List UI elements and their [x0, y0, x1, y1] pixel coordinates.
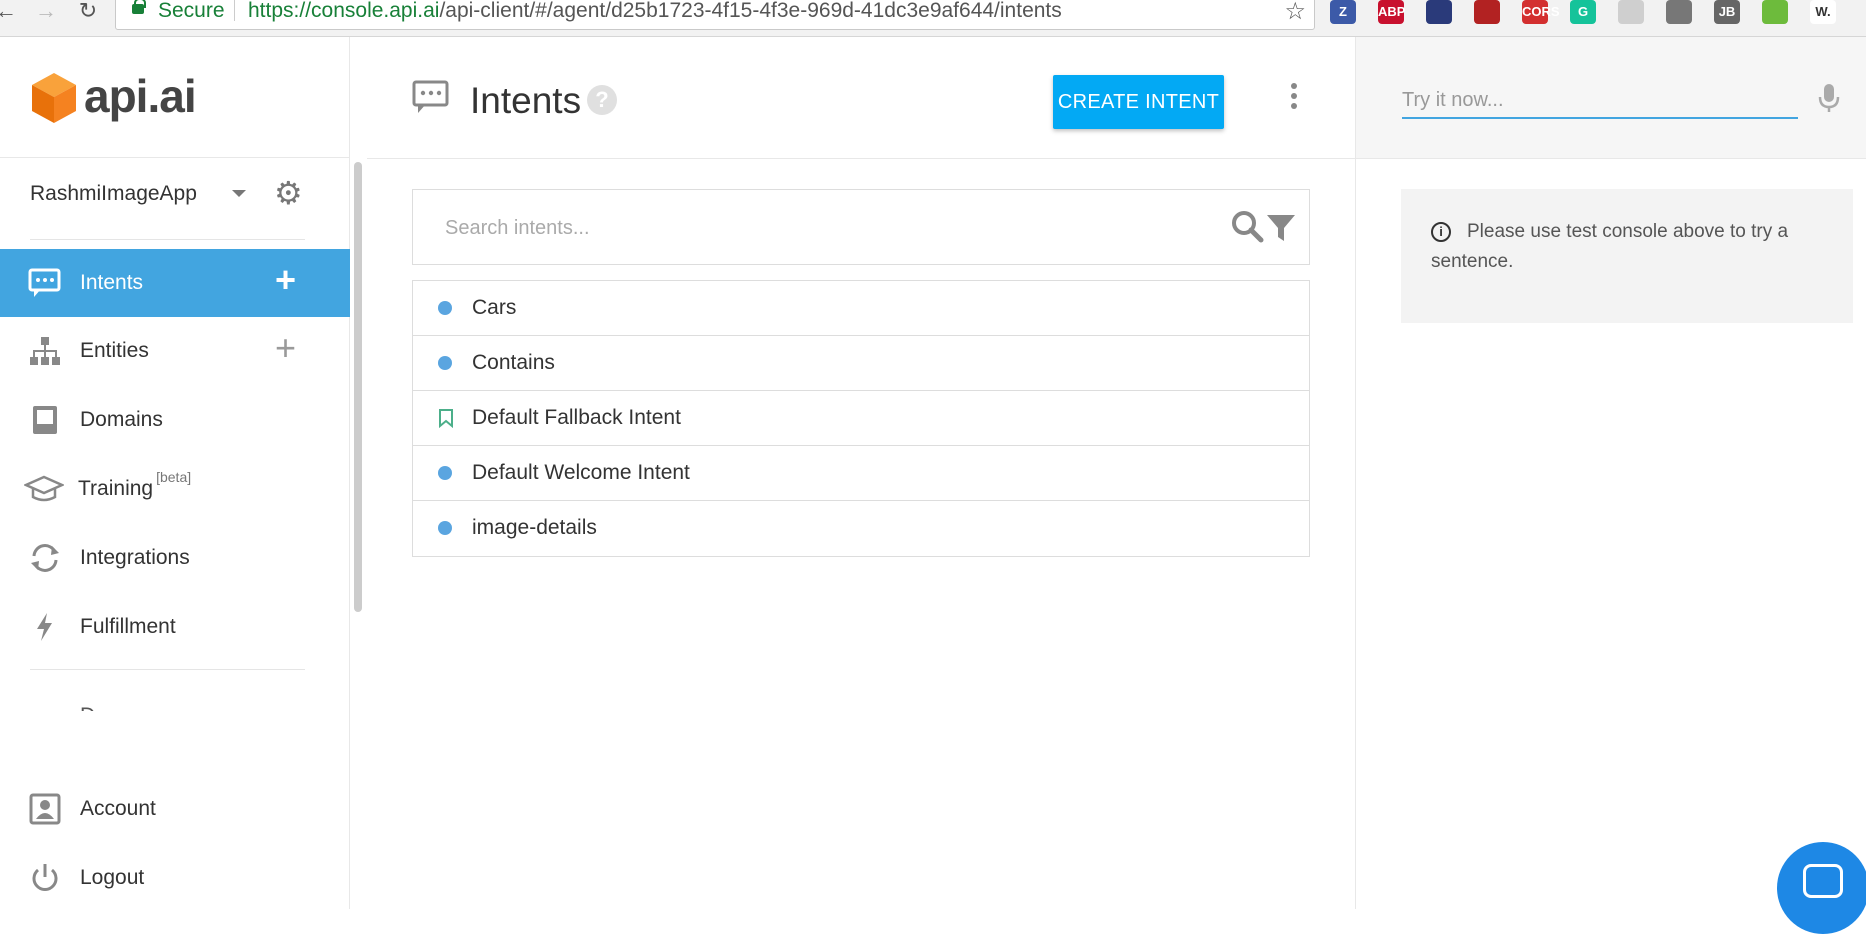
sidebar-item-logout[interactable]: Logout: [0, 844, 350, 912]
integrations-sync-icon: [31, 544, 59, 572]
support-chat-button[interactable]: [1777, 842, 1866, 934]
sidebar-item-label: Domains: [80, 408, 163, 431]
address-bar[interactable]: Secure https://console.api.ai/api-client…: [115, 0, 1315, 30]
intent-status-dot-icon: [438, 301, 452, 315]
create-intent-button[interactable]: CREATE INTENT: [1053, 75, 1224, 129]
logo-text: api.ai: [84, 70, 197, 122]
sidebar-item-fulfillment[interactable]: Fulfillment: [0, 593, 350, 661]
logo-divider: [0, 157, 350, 158]
test-console-header: [1356, 37, 1866, 159]
intent-name[interactable]: Contains: [472, 351, 555, 375]
search-intents-box: [412, 189, 1310, 265]
sidebar-item-label: Fulfillment: [80, 615, 176, 638]
search-icon[interactable]: [1231, 210, 1265, 244]
fallback-bookmark-icon: [439, 409, 453, 428]
fulfillment-bolt-icon: [37, 613, 52, 641]
domains-book-icon: [33, 406, 57, 434]
beta-badge: [beta]: [156, 469, 192, 485]
add-entity-plus-icon[interactable]: +: [275, 330, 296, 366]
menu-divider: [30, 669, 305, 670]
intent-name[interactable]: Cars: [472, 296, 516, 320]
sidebar-item-intents[interactable]: Intents +: [0, 249, 350, 317]
grammarly-extension-icon[interactable]: G: [1570, 0, 1596, 24]
try-it-now-input[interactable]: [1402, 83, 1798, 119]
w-extension-icon[interactable]: W.: [1810, 0, 1836, 24]
night-extension-icon[interactable]: [1426, 0, 1452, 24]
sidebar-item-label: Integrations: [80, 546, 190, 569]
cors-extension-icon[interactable]: CORS: [1522, 0, 1560, 24]
intent-status-dot-icon: [438, 521, 452, 535]
url-host: https://console.api.ai: [248, 0, 440, 22]
reload-icon[interactable]: ↻: [74, 0, 102, 26]
extension-icon[interactable]: [1618, 0, 1644, 24]
sidebar-item-label: Entities: [80, 339, 149, 362]
url-path: /api-client/#/agent/d25b1723-4f15-4f3e-9…: [439, 0, 1062, 22]
logout-power-icon: [32, 864, 58, 891]
url-separator: [234, 0, 235, 21]
browser-toolbar: ← → ↻ Secure https://console.api.ai/api-…: [0, 0, 1866, 37]
intent-row[interactable]: Default Welcome Intent: [413, 446, 1309, 501]
sidebar-item-label: Account: [80, 797, 156, 820]
add-intent-plus-icon[interactable]: +: [275, 262, 296, 298]
secure-label: Secure: [158, 0, 225, 22]
frog-extension-icon[interactable]: [1762, 0, 1788, 24]
sidebar-item-label: Intents: [80, 271, 144, 294]
microphone-icon[interactable]: [1818, 83, 1840, 113]
agent-dropdown-caret-icon[interactable]: [232, 190, 246, 197]
agent-settings-gear-icon[interactable]: ⚙: [274, 177, 303, 209]
sidebar-item-training[interactable]: Training [beta]: [0, 455, 350, 523]
intent-row[interactable]: Contains: [413, 336, 1309, 391]
bulb-extension-icon[interactable]: [1666, 0, 1692, 24]
intent-row[interactable]: Cars: [413, 281, 1309, 336]
cube-logo-icon: [32, 73, 76, 123]
intent-row[interactable]: image-details: [413, 501, 1309, 556]
test-console-panel: i Please use test console above to try a…: [1355, 37, 1866, 909]
training-label: Training: [78, 477, 154, 500]
sidebar-item-label: Training [beta]: [78, 469, 191, 501]
main-content: Intents ? CREATE INTENT Cars Contains Defa…: [367, 37, 1355, 909]
intents-chat-icon: [28, 268, 61, 297]
more-options-icon[interactable]: [1291, 83, 1299, 113]
forward-arrow-icon[interactable]: →: [32, 0, 60, 26]
agent-name[interactable]: RashmiImageApp: [30, 182, 197, 206]
training-graduation-cap-icon: [24, 475, 64, 502]
sidebar-item-account[interactable]: Account: [0, 775, 350, 843]
intent-name[interactable]: Default Welcome Intent: [472, 461, 690, 485]
sidebar-item-domains[interactable]: Domains: [0, 386, 350, 454]
search-input[interactable]: [445, 214, 1145, 242]
zotero-extension-icon[interactable]: Z: [1330, 0, 1356, 24]
intent-list: Cars Contains Default Fallback Intent Defau…: [412, 280, 1310, 557]
info-message-box: i Please use test console above to try a…: [1401, 189, 1853, 323]
url-text: https://console.api.ai/api-client/#/agen…: [248, 0, 1062, 23]
bookmark-star-icon[interactable]: ☆: [1284, 0, 1306, 26]
intent-status-dot-icon: [438, 356, 452, 370]
jb-extension-icon[interactable]: JB: [1714, 0, 1740, 24]
page-header: Intents ? CREATE INTENT: [367, 37, 1355, 159]
sidebar-item-entities[interactable]: Entities +: [0, 317, 350, 385]
info-message-text: Please use test console above to try a s…: [1431, 221, 1789, 272]
account-person-icon: [29, 793, 61, 825]
adblock-extension-icon[interactable]: ABP: [1378, 0, 1405, 24]
intent-name[interactable]: image-details: [472, 516, 597, 540]
sidebar: api.ai RashmiImageApp ⚙ Intents + Entiti…: [0, 37, 350, 909]
lock-icon: [132, 0, 146, 14]
intent-status-dot-icon: [438, 466, 452, 480]
filter-icon[interactable]: [1265, 212, 1297, 244]
page-title: Intents: [470, 80, 582, 121]
clipped-menu-item: D: [80, 703, 95, 711]
help-question-icon[interactable]: ?: [587, 85, 617, 115]
back-arrow-icon[interactable]: ←: [0, 0, 20, 26]
intent-name[interactable]: Default Fallback Intent: [472, 406, 681, 430]
intents-chat-icon: [412, 80, 449, 113]
book-extension-icon[interactable]: [1474, 0, 1500, 24]
entities-hierarchy-icon: [30, 337, 60, 365]
intent-row[interactable]: Default Fallback Intent: [413, 391, 1309, 446]
agent-divider: [30, 239, 305, 240]
chat-bubble-icon: [1803, 864, 1843, 898]
sidebar-item-integrations[interactable]: Integrations: [0, 524, 350, 592]
sidebar-scrollbar[interactable]: [354, 162, 362, 612]
sidebar-item-label: Logout: [80, 866, 145, 889]
